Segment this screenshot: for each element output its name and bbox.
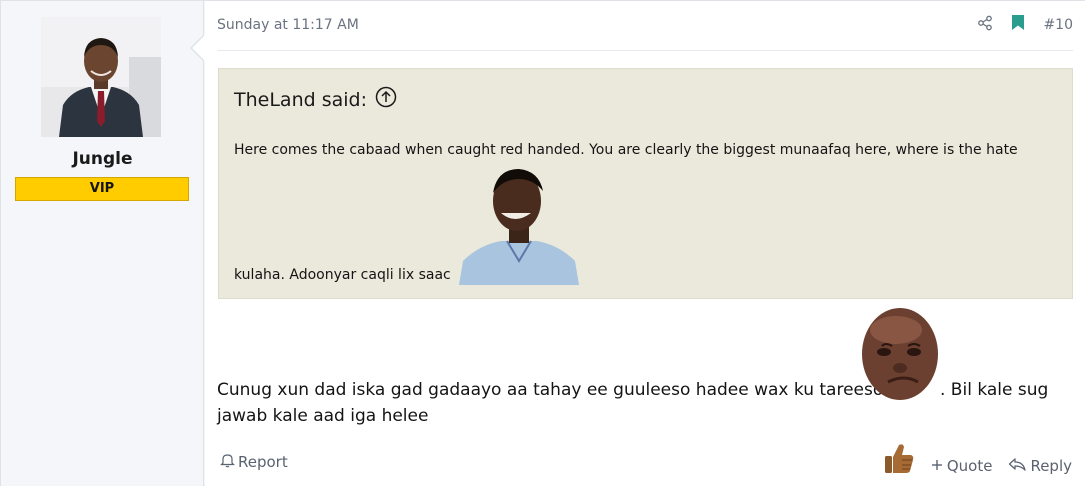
post-main: Sunday at 11:17 AM #10 TheLand said: Her… <box>205 1 1085 486</box>
message-text-line-1: Cunug xun dad iska gad gadaayo aa tahay … <box>217 380 884 400</box>
avatar-portrait <box>41 17 161 137</box>
quote-block: TheLand said: Here comes the cabaad when… <box>218 68 1073 299</box>
forum-post: Jungle VIP Sunday at 11:17 AM #10 TheLan… <box>0 0 1085 486</box>
reaction-face-image <box>860 308 940 404</box>
arrow-up-circle-icon[interactable] <box>375 86 397 113</box>
reply-label: Reply <box>1030 457 1072 475</box>
quote-button[interactable]: Quote <box>931 457 993 475</box>
quote-label: Quote <box>946 457 993 475</box>
post-bottom-actions: Quote Reply <box>883 442 1072 476</box>
user-avatar[interactable] <box>41 17 161 137</box>
message-text-line-2: jawab kale aad iga helee <box>217 406 429 426</box>
username[interactable]: Jungle <box>1 149 204 169</box>
share-icon[interactable] <box>977 15 993 35</box>
post-top-actions: #10 <box>977 14 1073 35</box>
bookmark-icon[interactable] <box>1011 14 1025 35</box>
vip-badge: VIP <box>15 177 189 201</box>
report-button[interactable]: Report <box>220 452 288 472</box>
plus-icon <box>931 457 943 475</box>
thumbs-up-icon[interactable] <box>883 442 915 476</box>
quote-header[interactable]: TheLand said: <box>234 86 397 113</box>
quote-author: TheLand said: <box>234 88 367 111</box>
report-label: Report <box>238 453 288 471</box>
reply-button[interactable]: Reply <box>1008 457 1072 475</box>
reply-arrow-icon <box>1008 457 1027 475</box>
header-divider <box>217 50 1073 51</box>
quote-image[interactable] <box>459 161 579 285</box>
quote-text-line-1: Here comes the cabaad when caught red ha… <box>234 142 1018 158</box>
message-text-line-1-end: . Bil kale sug <box>940 380 1049 400</box>
post-number[interactable]: #10 <box>1043 17 1073 33</box>
post-pointer <box>192 35 205 61</box>
quote-text-line-2: kulaha. Adoonyar caqli lix saac <box>234 267 451 283</box>
user-sidebar: Jungle VIP <box>1 1 204 486</box>
bell-icon <box>220 452 235 472</box>
post-timestamp[interactable]: Sunday at 11:17 AM <box>217 17 359 33</box>
